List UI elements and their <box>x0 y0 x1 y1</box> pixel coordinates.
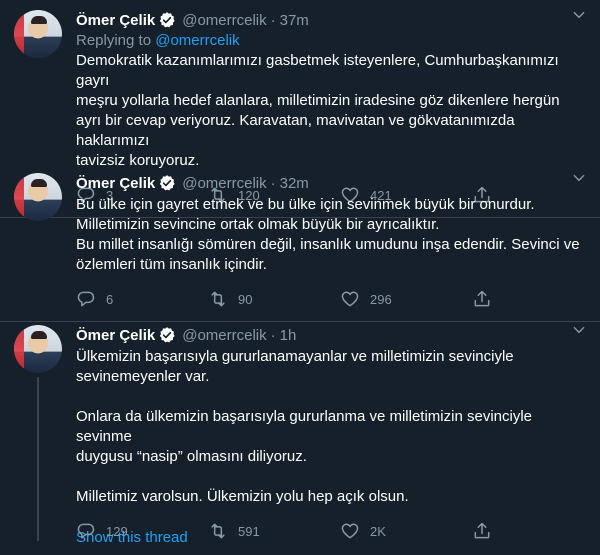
tweet-line: Milletimizin sevincine ortak olmak büyük… <box>76 216 440 233</box>
tweet-3[interactable]: Ömer Çelik @omerrcelik · 1h Ülkemizin ba… <box>0 315 600 541</box>
tweet-actions: 129 591 2K <box>76 521 586 541</box>
tweet-line: Onlara da ülkemizin başarısıyla gururlan… <box>76 408 533 445</box>
chevron-down-icon[interactable] <box>572 171 586 190</box>
reply-button[interactable]: 129 <box>76 521 208 541</box>
share-button[interactable] <box>472 521 492 541</box>
tweet-line: Bu ülke için gayret etmek ve bu ülke içi… <box>76 196 535 213</box>
avatar[interactable] <box>14 10 62 58</box>
tweet-line: ayrı bir cevap veriyoruz. Karavatan, mav… <box>76 112 515 149</box>
tweet-line: Ülkemizin başarısıyla gururlanamayanlar … <box>76 348 514 365</box>
share-icon <box>474 290 490 307</box>
heart-icon <box>341 291 359 307</box>
retweet-icon <box>211 523 225 539</box>
author-name[interactable]: Ömer Çelik <box>76 175 155 192</box>
separator-dot: · <box>270 11 276 29</box>
reply-icon <box>77 523 95 539</box>
timestamp[interactable]: 1h <box>280 327 297 344</box>
chevron-down-icon[interactable] <box>572 323 586 342</box>
replying-to-link[interactable]: @omerrcelik <box>155 32 239 49</box>
tweet-1[interactable]: Ömer Çelik @omerrcelik · 37m Replying to… <box>0 0 600 218</box>
verified-badge-icon <box>158 174 176 192</box>
reply-icon <box>77 291 95 307</box>
like-button[interactable]: 2K <box>340 521 472 541</box>
reply-count: 129 <box>106 523 128 539</box>
tweet-2[interactable]: Ömer Çelik @omerrcelik · 32m Bu ülke içi… <box>0 163 600 322</box>
tweet-text: Demokratik kazanımlarımızı gasbetmek ist… <box>76 51 586 171</box>
author-handle[interactable]: @omerrcelik <box>182 175 266 192</box>
tweet-line <box>76 467 586 487</box>
reply-button[interactable]: 6 <box>76 289 208 309</box>
tweet-line: meşru yollarla hedef alanlara, milletimi… <box>76 92 560 109</box>
tweet-text: Bu ülke için gayret etmek ve bu ülke içi… <box>76 195 586 275</box>
replying-to: Replying to @omerrcelik <box>76 32 586 49</box>
tweet-line: Milletimiz varolsun. Ülkemizin yolu hep … <box>76 488 409 505</box>
retweet-button[interactable]: 90 <box>208 289 340 309</box>
retweet-icon <box>211 291 225 307</box>
avatar[interactable] <box>14 173 62 221</box>
heart-icon <box>341 523 359 539</box>
author-handle[interactable]: @omerrcelik <box>182 327 266 344</box>
tweet-line <box>76 387 586 407</box>
tweet-line: Demokratik kazanımlarımızı gasbetmek ist… <box>76 52 559 89</box>
like-count: 296 <box>370 291 392 307</box>
share-icon <box>474 522 490 539</box>
verified-badge-icon <box>158 326 176 344</box>
tweet-line: sevinemeyenler var. <box>76 368 210 385</box>
tweet-line: Bu millet insanlığı sömüren değil, insan… <box>76 236 580 253</box>
like-button[interactable]: 296 <box>340 289 472 309</box>
author-name[interactable]: Ömer Çelik <box>76 327 155 344</box>
retweet-count: 90 <box>238 291 253 307</box>
author-name[interactable]: Ömer Çelik <box>76 12 155 29</box>
tweet-line: duygusu “nasip” olmasını diliyoruz. <box>76 448 307 465</box>
tweet-text: Ülkemizin başarısıyla gururlanamayanlar … <box>76 347 586 507</box>
author-handle[interactable]: @omerrcelik <box>182 12 266 29</box>
retweet-button[interactable]: 591 <box>208 521 340 541</box>
timestamp[interactable]: 32m <box>280 175 309 192</box>
share-button[interactable] <box>472 289 492 309</box>
like-count: 2K <box>370 523 386 539</box>
retweet-count: 591 <box>238 523 260 539</box>
timestamp[interactable]: 37m <box>280 12 309 29</box>
reply-count: 6 <box>106 291 114 307</box>
chevron-down-icon[interactable] <box>572 8 586 27</box>
tweet-line: özlemleri tüm insanlık içindir. <box>76 256 267 273</box>
tweet-actions: 6 90 296 <box>76 289 586 309</box>
replying-label: Replying to <box>76 32 152 49</box>
avatar[interactable] <box>14 325 62 373</box>
thread-connector-line <box>37 377 39 541</box>
separator-dot: · <box>270 174 276 192</box>
verified-badge-icon <box>158 11 176 29</box>
separator-dot: · <box>270 326 276 344</box>
